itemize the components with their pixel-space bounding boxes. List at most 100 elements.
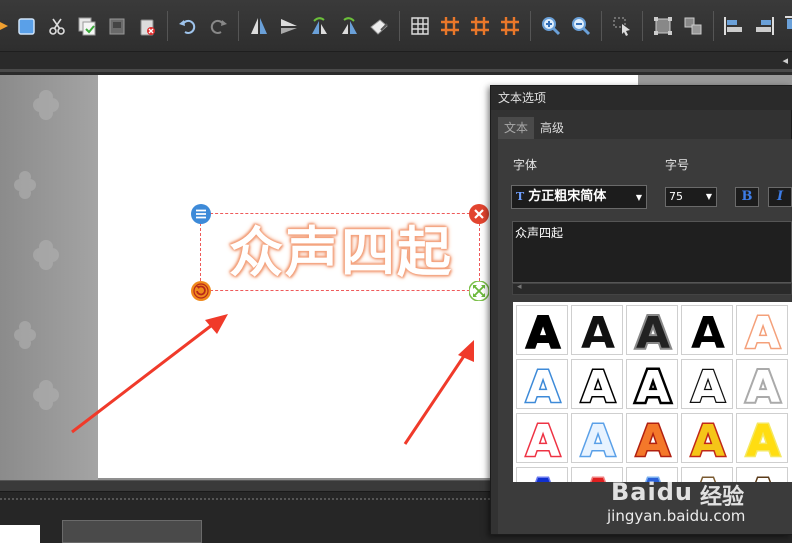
select-icon[interactable] bbox=[609, 13, 635, 39]
font-size-select[interactable]: 75 ▼ bbox=[665, 187, 717, 207]
toolbar-separator bbox=[642, 10, 643, 41]
font-label: 字体 bbox=[513, 158, 538, 172]
preset-style-12[interactable]: A bbox=[571, 413, 623, 464]
app-window: ◂ 众声四起 文本选项 文本 高级 字体 字号 T 方正粗宋简体 ▼ 75 ▼ … bbox=[0, 0, 792, 543]
toolbar-separator bbox=[530, 10, 531, 41]
preset-glyph: A bbox=[746, 416, 780, 464]
rotate-right-icon[interactable] bbox=[336, 13, 362, 39]
italic-button[interactable]: I bbox=[768, 187, 792, 207]
preset-glyph: A bbox=[746, 470, 780, 482]
preset-style-7[interactable]: A bbox=[571, 359, 623, 410]
thumbnail-gray[interactable] bbox=[62, 520, 202, 543]
zoom-in-icon[interactable] bbox=[538, 13, 564, 39]
toolbar-separator bbox=[713, 10, 714, 41]
grid-orange-icon[interactable] bbox=[437, 13, 463, 39]
toolbar-separator bbox=[238, 10, 239, 41]
align-top-icon[interactable] bbox=[781, 13, 792, 39]
watermark-logo-text: Bai bbox=[611, 478, 657, 506]
baidu-watermark-logo: Baidu bbox=[611, 478, 693, 506]
copy-icon[interactable] bbox=[74, 13, 100, 39]
toolbar-separator bbox=[167, 10, 168, 41]
style-presets-grid: A A A A A A A A A A A A A A A A A A A A bbox=[513, 302, 792, 482]
delete-icon[interactable] bbox=[134, 13, 160, 39]
thumbnail-white[interactable] bbox=[0, 525, 40, 543]
preset-glyph: A bbox=[691, 416, 725, 464]
preset-glyph: A bbox=[526, 308, 560, 356]
chevron-down-icon: ▼ bbox=[705, 192, 712, 201]
preset-glyph: A bbox=[526, 362, 560, 410]
prev-icon[interactable] bbox=[0, 13, 10, 39]
preset-glyph: A bbox=[691, 308, 725, 356]
clean-icon[interactable] bbox=[366, 13, 392, 39]
font-size-value: 75 bbox=[669, 190, 683, 203]
art-text-object[interactable]: 众声四起 bbox=[203, 213, 479, 291]
undo-icon[interactable] bbox=[175, 13, 201, 39]
preset-style-11[interactable]: A bbox=[516, 413, 568, 464]
preset-style-14[interactable]: A bbox=[681, 413, 733, 464]
rotate-handle-icon[interactable] bbox=[191, 281, 211, 301]
watermark-url: jingyan.baidu.com bbox=[607, 507, 746, 525]
ungroup-icon[interactable] bbox=[680, 13, 706, 39]
page-icon[interactable] bbox=[14, 13, 40, 39]
size-label: 字号 bbox=[665, 158, 690, 172]
more-arrow-icon[interactable]: ◂ bbox=[782, 54, 788, 67]
grid-orange-2-icon[interactable] bbox=[467, 13, 493, 39]
resize-handle-icon[interactable] bbox=[469, 281, 489, 301]
toolbar-strip: ◂ bbox=[0, 52, 792, 72]
preset-style-5[interactable]: A bbox=[736, 305, 788, 356]
horizontal-scrollbar[interactable]: ◂ bbox=[512, 282, 792, 295]
preset-glyph: A bbox=[691, 362, 725, 410]
preset-style-9[interactable]: A bbox=[681, 359, 733, 410]
font-family-select[interactable]: T 方正粗宋简体 ▼ bbox=[511, 185, 647, 209]
cut-icon[interactable] bbox=[44, 13, 70, 39]
preset-glyph: A bbox=[636, 362, 670, 410]
preset-glyph: A bbox=[526, 470, 560, 482]
preset-style-4[interactable]: A bbox=[681, 305, 733, 356]
redo-icon[interactable] bbox=[205, 13, 231, 39]
preset-glyph: A bbox=[636, 416, 670, 464]
grid-icon[interactable] bbox=[407, 13, 433, 39]
zoom-out-icon[interactable] bbox=[568, 13, 594, 39]
watermark-logo-tail: du bbox=[656, 478, 693, 506]
panel-title: 文本选项 bbox=[491, 86, 792, 110]
preset-glyph: A bbox=[581, 416, 615, 464]
grid-orange-3-icon[interactable] bbox=[497, 13, 523, 39]
font-type-icon: T bbox=[516, 190, 525, 203]
panel-tabs: 文本 高级 bbox=[498, 117, 570, 139]
align-right-icon[interactable] bbox=[751, 13, 777, 39]
toolbar-separator bbox=[399, 10, 400, 41]
text-content-input[interactable]: 众声四起 bbox=[512, 221, 792, 283]
preset-glyph: A bbox=[581, 470, 615, 482]
preset-style-15[interactable]: A bbox=[736, 413, 788, 464]
align-left-icon[interactable] bbox=[721, 13, 747, 39]
font-family-value: 方正粗宋简体 bbox=[528, 189, 607, 204]
bold-button[interactable]: B bbox=[735, 187, 759, 207]
background-pattern-left bbox=[0, 75, 98, 480]
flip-h-icon[interactable] bbox=[246, 13, 272, 39]
menu-handle-icon[interactable] bbox=[191, 204, 211, 224]
tab-text[interactable]: 文本 bbox=[498, 117, 535, 139]
preset-style-3[interactable]: A bbox=[626, 305, 678, 356]
flip-v-icon[interactable] bbox=[276, 13, 302, 39]
preset-style-2[interactable]: A bbox=[571, 305, 623, 356]
preset-style-10[interactable]: A bbox=[736, 359, 788, 410]
group-icon[interactable] bbox=[650, 13, 676, 39]
preset-style-6[interactable]: A bbox=[516, 359, 568, 410]
preset-style-16[interactable]: A bbox=[516, 467, 568, 482]
scroll-left-icon[interactable]: ◂ bbox=[517, 282, 522, 292]
toolbar-separator bbox=[601, 10, 602, 41]
preset-style-13[interactable]: A bbox=[626, 413, 678, 464]
toolbar bbox=[0, 0, 792, 52]
close-handle-icon[interactable] bbox=[469, 204, 489, 224]
preset-style-1[interactable]: A bbox=[516, 305, 568, 356]
preset-style-8[interactable]: A bbox=[626, 359, 678, 410]
preset-glyph: A bbox=[746, 308, 780, 356]
preset-glyph: A bbox=[581, 362, 615, 410]
film-icon[interactable] bbox=[104, 13, 130, 39]
tab-advanced[interactable]: 高级 bbox=[534, 117, 570, 139]
chevron-down-icon: ▼ bbox=[635, 192, 642, 202]
rotate-left-icon[interactable] bbox=[306, 13, 332, 39]
preset-glyph: A bbox=[581, 308, 615, 356]
preset-glyph: A bbox=[526, 416, 560, 464]
preset-glyph: A bbox=[636, 308, 670, 356]
